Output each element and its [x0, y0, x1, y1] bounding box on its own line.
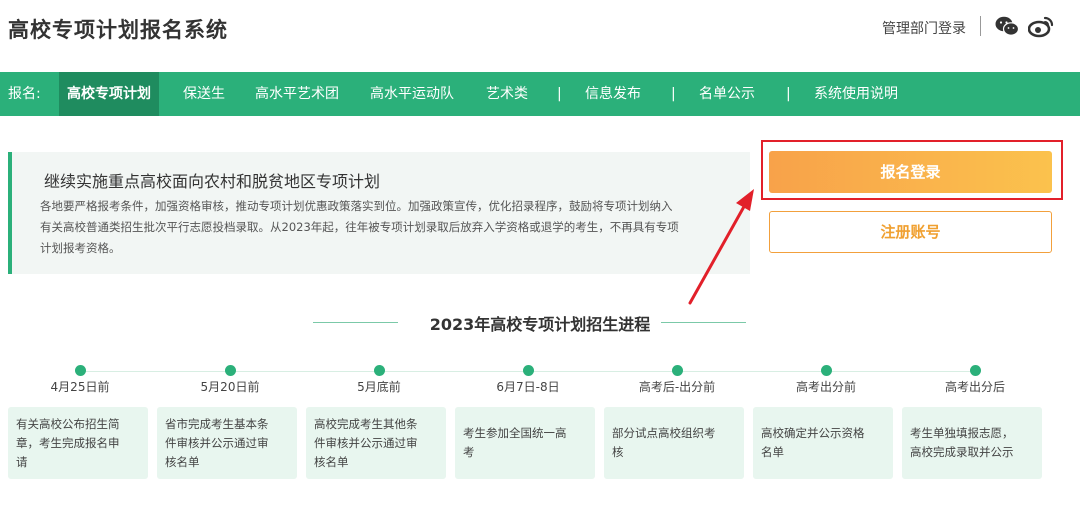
step-card: 考生单独填报志愿， 高校完成录取并公示 — [902, 407, 1042, 479]
nav-item-arts[interactable]: 艺术类 — [486, 72, 528, 116]
intro-body: 各地要严格报考条件，加强资格审核，推动专项计划优惠政策落实到位。加强政策宣传，优… — [40, 196, 730, 259]
step-line: 核名单 — [165, 454, 200, 469]
step-date: 高考后-出分前 — [638, 380, 716, 394]
site-header: 高校专项计划报名系统 管理部门登录 — [0, 0, 1080, 70]
step-text: 考生单独填报志愿， 高校完成录取并公示 — [910, 424, 1014, 462]
intro-title: 继续实施重点高校面向农村和脱贫地区专项计划 — [44, 172, 381, 191]
step-text: 省市完成考生基本条 件审核并公示通过审 核名单 — [165, 415, 269, 472]
step-line: 核名单 — [314, 454, 349, 469]
step-line: 章，考生完成报名申 — [16, 435, 120, 450]
step-line: 高校完成考生其他条 — [314, 416, 418, 431]
step-line: 请 — [16, 454, 28, 469]
nav-separator: | — [557, 86, 562, 102]
step-line: 考 — [463, 445, 475, 459]
step-line: 名单 — [761, 445, 784, 459]
step-date: 6月7日-8日 — [496, 380, 560, 394]
timeline-dot — [970, 365, 981, 376]
step-date: 高考出分后 — [944, 380, 1005, 394]
nav-separator: | — [671, 86, 676, 102]
weibo-icon[interactable] — [1028, 14, 1054, 38]
timeline-dot — [672, 365, 683, 376]
register-button[interactable]: 注册账号 — [769, 211, 1052, 253]
nav-item-manual[interactable]: 系统使用说明 — [814, 72, 898, 116]
nav-item-publicity[interactable]: 名单公示 — [699, 72, 755, 116]
step-line: 高校确定并公示资格 — [761, 426, 865, 440]
nav-separator: | — [786, 86, 791, 102]
intro-card: 继续实施重点高校面向农村和脱贫地区专项计划 各地要严格报考条件，加强资格审核，推… — [8, 152, 750, 274]
nav-item-recommended[interactable]: 保送生 — [183, 72, 225, 116]
step-text: 高校完成考生其他条 件审核并公示通过审 核名单 — [314, 415, 418, 472]
step-text: 有关高校公布招生简 章，考生完成报名申 请 — [16, 415, 120, 472]
arrow-annotation — [688, 189, 754, 305]
step-line: 件审核并公示通过审 — [314, 435, 418, 450]
header-divider — [980, 16, 981, 36]
step-line: 高校完成录取并公示 — [910, 445, 1014, 459]
login-button[interactable]: 报名登录 — [769, 151, 1052, 193]
step-text: 考生参加全国统一高 考 — [463, 424, 567, 462]
timeline-dot — [523, 365, 534, 376]
step-card: 考生参加全国统一高 考 — [455, 407, 595, 479]
step-line: 有关高校公布招生简 — [16, 416, 120, 431]
step-line: 考生参加全国统一高 — [463, 426, 567, 440]
step-card: 有关高校公布招生简 章，考生完成报名申 请 — [8, 407, 148, 479]
step-line: 考生单独填报志愿， — [910, 426, 1014, 440]
nav-item-sports-team[interactable]: 高水平运动队 — [370, 72, 454, 116]
step-card: 高校完成考生其他条 件审核并公示通过审 核名单 — [306, 407, 446, 479]
progress-title: 2023年高校专项计划招生进程 — [429, 315, 651, 334]
step-line: 核 — [612, 445, 624, 459]
wechat-icon[interactable] — [995, 15, 1019, 37]
step-card: 高校确定并公示资格 名单 — [753, 407, 893, 479]
timeline-dot — [75, 365, 86, 376]
step-date: 5月底前 — [357, 380, 401, 394]
nav-item-special-plan[interactable]: 高校专项计划 — [59, 72, 159, 116]
nav-item-art-troupe[interactable]: 高水平艺术团 — [255, 72, 339, 116]
site-title: 高校专项计划报名系统 — [8, 18, 228, 42]
nav-label: 报名: — [8, 86, 41, 102]
main-nav: 报名: 高校专项计划 保送生 高水平艺术团 高水平运动队 艺术类 | 信息发布 … — [0, 72, 1080, 116]
nav-item-news[interactable]: 信息发布 — [585, 72, 641, 116]
admin-login-link[interactable]: 管理部门登录 — [882, 18, 966, 38]
step-card: 部分试点高校组织考 核 — [604, 407, 744, 479]
step-text: 高校确定并公示资格 名单 — [761, 424, 865, 462]
timeline-dot — [374, 365, 385, 376]
intro-line: 各地要严格报考条件，加强资格审核，推动专项计划优惠政策落实到位。加强政策宣传，优… — [40, 199, 673, 213]
step-date: 5月20日前 — [200, 380, 260, 394]
intro-line: 有关高校普通类招生批次平行志愿投档录取。从2023年起，往年被专项计划录取后放弃… — [40, 220, 679, 234]
intro-line: 计划报考资格。 — [40, 241, 121, 255]
step-date: 高考出分前 — [795, 380, 856, 394]
step-date: 4月25日前 — [50, 380, 110, 394]
step-line: 省市完成考生基本条 — [165, 416, 269, 431]
step-line: 件审核并公示通过审 — [165, 435, 269, 450]
step-card: 省市完成考生基本条 件审核并公示通过审 核名单 — [157, 407, 297, 479]
timeline-dot — [821, 365, 832, 376]
step-text: 部分试点高校组织考 核 — [612, 424, 716, 462]
step-line: 部分试点高校组织考 — [612, 426, 716, 440]
timeline-dot — [225, 365, 236, 376]
